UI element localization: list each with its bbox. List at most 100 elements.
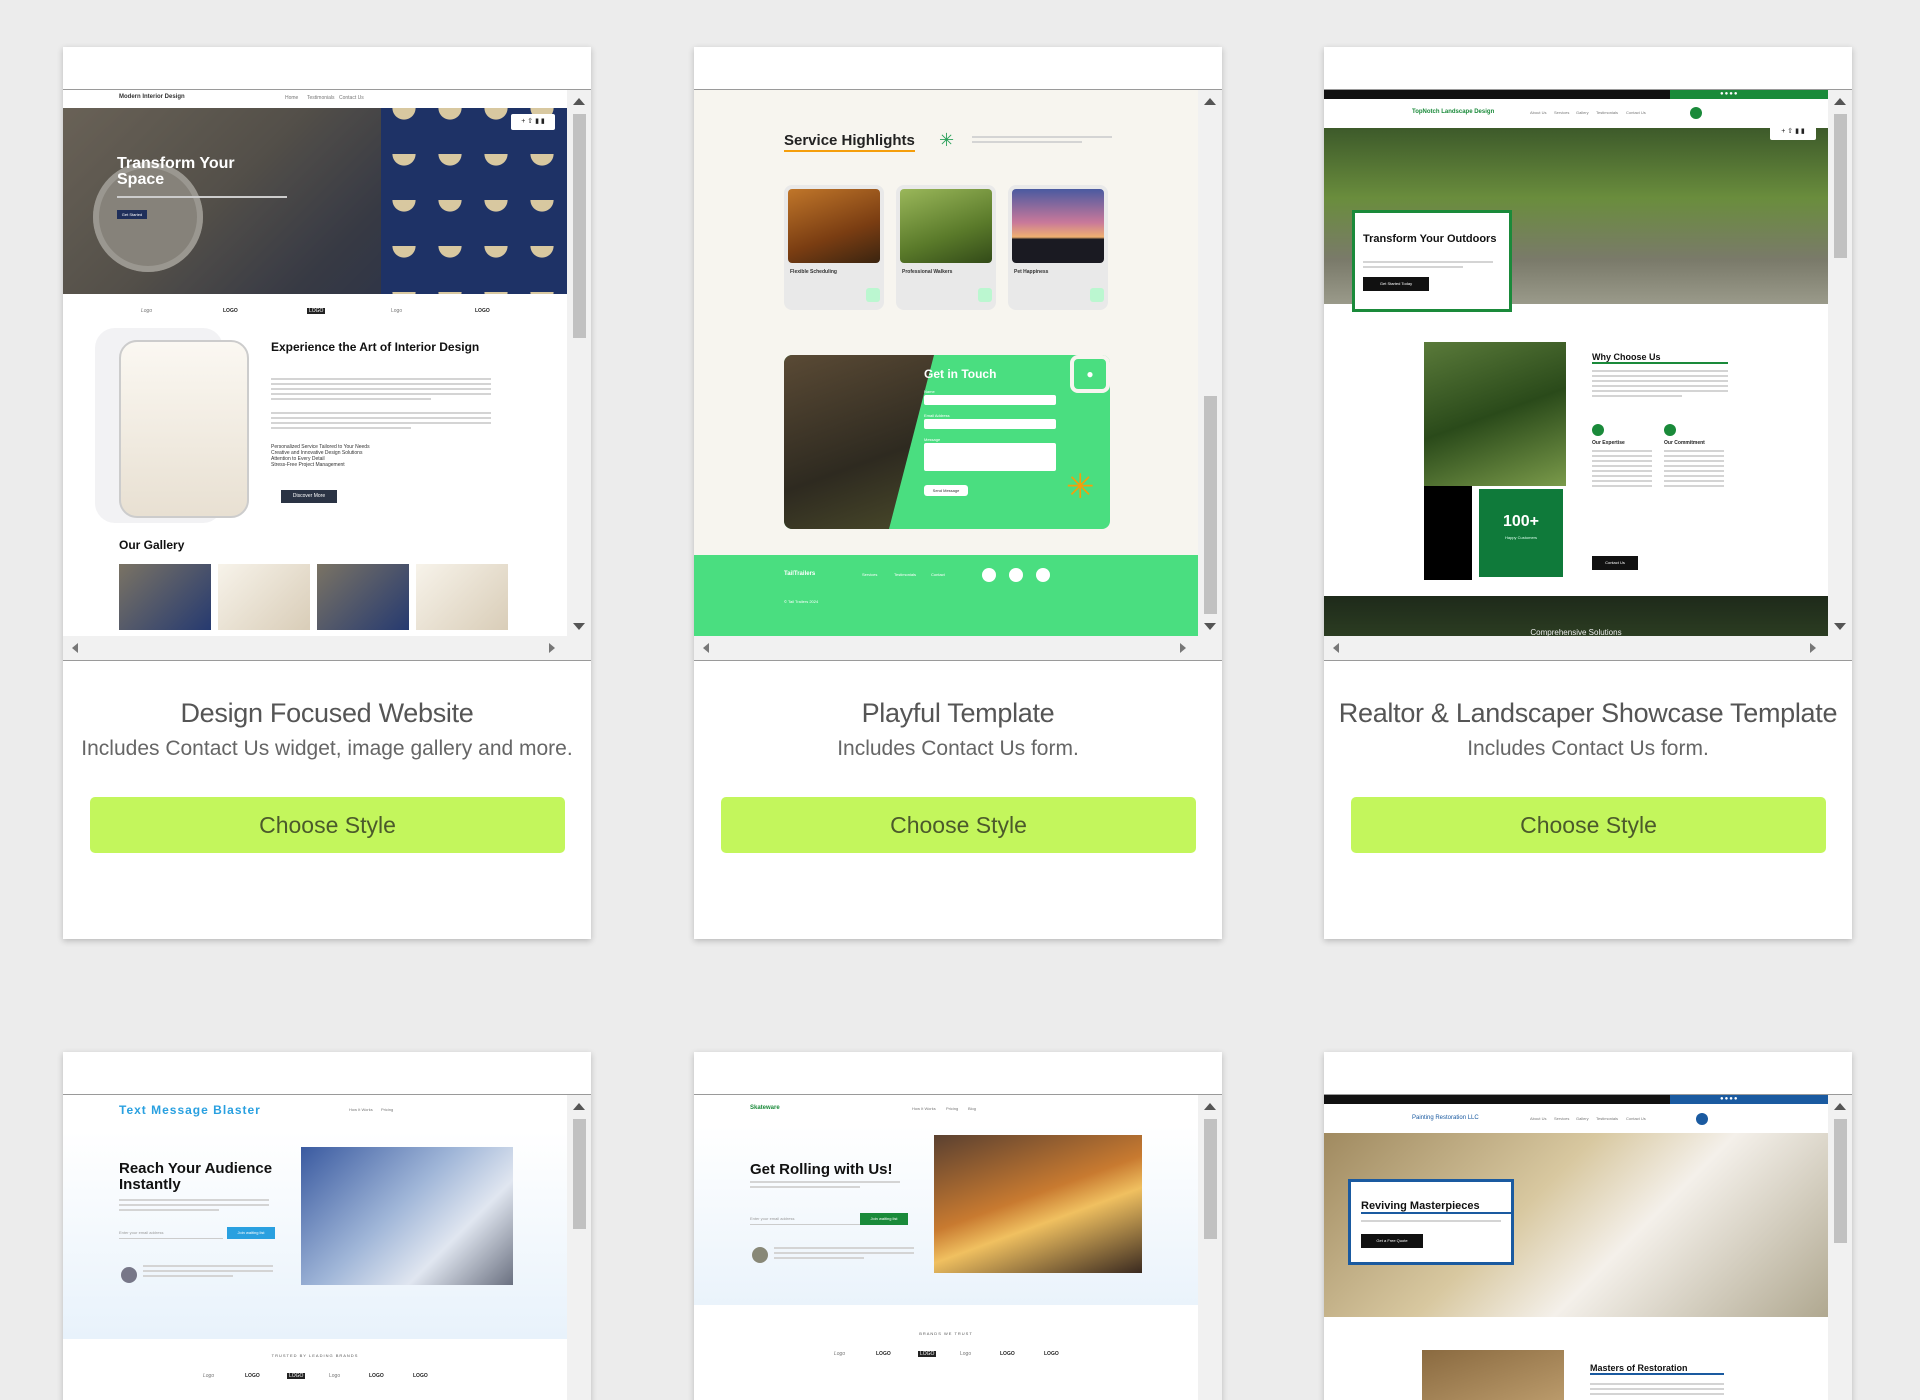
commitment-icon <box>1664 424 1676 436</box>
preview-frame[interactable]: ●●●● Painting Restoration LLC About Us S… <box>1324 1094 1852 1400</box>
preview-service-card: Professional Walkers <box>896 185 996 310</box>
scroll-left-arrow-icon[interactable] <box>72 643 78 653</box>
preview-email-field <box>924 419 1056 429</box>
scrollbar-thumb[interactable] <box>573 1119 586 1229</box>
vertical-scrollbar[interactable] <box>1198 1095 1222 1400</box>
scroll-left-arrow-icon[interactable] <box>1333 643 1339 653</box>
preview-gardener-image <box>1424 342 1566 486</box>
preview-nav-1: Home <box>285 95 299 101</box>
preview-contact-form: Get in Touch Name Email Address Message … <box>784 355 1110 529</box>
preview-hero-title: Reach Your Audience Instantly <box>119 1160 273 1193</box>
scrollbar-thumb[interactable] <box>573 114 586 338</box>
preview-sketch-image <box>119 340 249 518</box>
preview-hero-button: Get a Free Quote <box>1361 1234 1423 1248</box>
preview-waitlist-button: Join waiting list <box>227 1227 275 1239</box>
scroll-left-arrow-icon[interactable] <box>703 643 709 653</box>
preview-message-field <box>924 443 1056 471</box>
horizontal-scrollbar[interactable] <box>63 636 591 660</box>
service-icon <box>978 288 992 302</box>
preview-service-card: Flexible Scheduling <box>784 185 884 310</box>
preview-nav-3: Contact Us <box>339 95 364 101</box>
preview-solutions-band: Comprehensive Solutions <box>1324 596 1828 638</box>
preview-brand: Painting Restoration LLC <box>1412 1115 1479 1121</box>
scrollbar-thumb[interactable] <box>1834 114 1847 258</box>
service-icon <box>1090 288 1104 302</box>
vertical-scrollbar[interactable] <box>1828 1095 1852 1400</box>
preview-hero-image: Transform Your Outdoors Get Started Toda… <box>1324 124 1828 312</box>
sparkle-icon: ✳ <box>939 130 955 150</box>
template-card-realtor-landscaper: ●●●● TopNotch Landscape Design About Us … <box>1324 47 1852 939</box>
scrollbar-thumb[interactable] <box>1204 1119 1217 1239</box>
scroll-up-arrow-icon[interactable] <box>1834 98 1846 105</box>
horizontal-scrollbar[interactable] <box>694 636 1222 660</box>
preview-frame[interactable]: Text Message Blaster How It Works Pricin… <box>63 1094 591 1400</box>
template-card-painting-restoration: ●●●● Painting Restoration LLC About Us S… <box>1324 1052 1852 1400</box>
avatar <box>121 1267 137 1283</box>
preview-hero-image <box>301 1147 513 1285</box>
preview-hero-title: Reviving Masterpieces <box>1361 1200 1511 1214</box>
preview-service-card: Pet Happiness <box>1008 185 1108 310</box>
scroll-down-arrow-icon[interactable] <box>573 623 585 630</box>
social-icons: ●●●● <box>1720 91 1739 97</box>
scroll-up-arrow-icon[interactable] <box>573 98 585 105</box>
scroll-up-arrow-icon[interactable] <box>1204 1103 1216 1110</box>
preview-section-title: Service Highlights <box>784 132 915 152</box>
preview-frame[interactable]: Service Highlights ✳ Flexible Scheduling… <box>694 89 1222 661</box>
vertical-scrollbar[interactable] <box>1198 90 1222 638</box>
preview-gallery-image <box>416 564 508 630</box>
service-icon <box>866 288 880 302</box>
preview-viewport: Skateware How It Works Pricing Blog Get … <box>694 1095 1198 1400</box>
scroll-up-arrow-icon[interactable] <box>1834 1103 1846 1110</box>
preview-cta-button: Discover More <box>281 490 337 503</box>
horizontal-scrollbar[interactable] <box>1324 636 1852 660</box>
scroll-up-arrow-icon[interactable] <box>1204 98 1216 105</box>
preview-bullets: Personalized Service Tailored to Your Ne… <box>271 444 370 468</box>
card-title: Playful Template <box>861 698 1055 728</box>
preview-waitlist-button: Join waiting list <box>860 1213 908 1225</box>
preview-frame[interactable]: ●●●● TopNotch Landscape Design About Us … <box>1324 89 1852 661</box>
preview-trusted-label: BRANDS WE TRUST <box>919 1331 973 1336</box>
avatar <box>752 1247 768 1263</box>
choose-style-button[interactable]: Choose Style <box>721 797 1196 853</box>
preview-hero-image <box>934 1135 1142 1273</box>
preview-gallery-title: Our Gallery <box>119 538 185 552</box>
choose-style-button[interactable]: Choose Style <box>90 797 565 853</box>
vertical-scrollbar[interactable] <box>1828 90 1852 638</box>
preview-frame[interactable]: Modern Interior Design Home Testimonials… <box>63 89 591 661</box>
scroll-right-arrow-icon[interactable] <box>1810 643 1816 653</box>
starburst-icon: ✳ <box>1066 468 1095 506</box>
preview-footer: TailTrailers Services Testimonials Conta… <box>694 555 1198 638</box>
scroll-down-arrow-icon[interactable] <box>1204 623 1216 630</box>
preview-hero-image: Reviving Masterpieces Get a Free Quote <box>1324 1133 1828 1317</box>
choose-style-button[interactable]: Choose Style <box>1351 797 1826 853</box>
preview-restoration-image <box>1422 1350 1564 1400</box>
preview-cta-button: Contact Us <box>1592 556 1638 570</box>
preview-viewport: Modern Interior Design Home Testimonials… <box>63 90 567 638</box>
template-card-playful: Service Highlights ✳ Flexible Scheduling… <box>694 47 1222 939</box>
preview-brand: Text Message Blaster <box>119 1103 261 1117</box>
preview-brand: Skateware <box>750 1105 780 1111</box>
phone-icon <box>1690 107 1702 119</box>
scroll-right-arrow-icon[interactable] <box>1180 643 1186 653</box>
preview-viewport: ●●●● TopNotch Landscape Design About Us … <box>1324 90 1828 638</box>
chat-bubble-icon: ● <box>1070 355 1110 393</box>
preview-frame[interactable]: Skateware How It Works Pricing Blog Get … <box>694 1094 1222 1400</box>
card-subtitle: Includes Contact Us form. <box>837 737 1079 760</box>
card-subtitle: Includes Contact Us form. <box>1467 737 1709 760</box>
instagram-icon <box>982 568 996 582</box>
scroll-right-arrow-icon[interactable] <box>549 643 555 653</box>
preview-hero-button: Get Started <box>117 210 147 219</box>
vertical-scrollbar[interactable] <box>567 1095 591 1400</box>
card-title: Realtor & Landscaper Showcase Template <box>1338 698 1838 728</box>
scrollbar-thumb[interactable] <box>1834 1119 1847 1243</box>
preview-viewport: Text Message Blaster How It Works Pricin… <box>63 1095 567 1400</box>
preview-gallery-image <box>317 564 409 630</box>
scrollbar-thumb[interactable] <box>1204 396 1217 614</box>
preview-email-input: Enter your email address <box>750 1213 870 1225</box>
scroll-down-arrow-icon[interactable] <box>1834 623 1846 630</box>
preview-logo-row: Logo LOGO LOGO Logo LOGO LOGO <box>203 1373 428 1379</box>
preview-trusted-label: TRUSTED BY LEADING BRANDS <box>271 1353 359 1358</box>
template-card-text-message-blaster: Text Message Blaster How It Works Pricin… <box>63 1052 591 1400</box>
vertical-scrollbar[interactable] <box>567 90 591 638</box>
scroll-up-arrow-icon[interactable] <box>573 1103 585 1110</box>
